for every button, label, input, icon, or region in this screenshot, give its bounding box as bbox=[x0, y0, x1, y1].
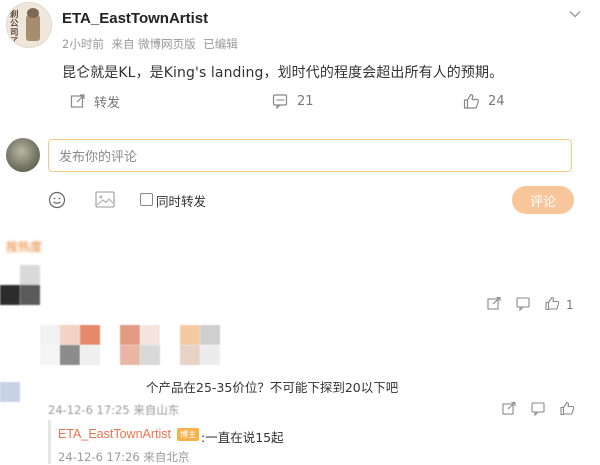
avatar-figure-head bbox=[27, 8, 39, 18]
post-meta: 2小时前 来自 微博网页版 已编辑 bbox=[62, 36, 238, 52]
share-icon[interactable] bbox=[502, 401, 517, 419]
thumbs-up-icon[interactable] bbox=[560, 401, 575, 419]
author-badge: 博主 bbox=[177, 428, 199, 441]
repost-checkbox-label[interactable]: 同时转发 bbox=[156, 191, 206, 210]
like-button[interactable]: 24 bbox=[463, 92, 505, 110]
repost-button[interactable]: 转发 bbox=[70, 92, 121, 111]
post-time[interactable]: 2小时前 bbox=[62, 37, 104, 51]
reply-meta: 24-12-6 17:26 来自北京 bbox=[58, 450, 190, 464]
share-icon[interactable] bbox=[487, 296, 502, 314]
post-text: 昆仑就是KL，是King's landing，划时代的程度会超出所有人的预期。 bbox=[62, 65, 504, 81]
current-user-avatar[interactable] bbox=[6, 138, 40, 172]
comment-count: 21 bbox=[297, 93, 314, 109]
thumbs-up-icon bbox=[463, 93, 480, 109]
author-avatar[interactable]: 刹公司了 bbox=[6, 2, 52, 48]
comment-1-actions: 1 bbox=[487, 296, 574, 314]
comment-input[interactable]: 发布你的评论 bbox=[48, 139, 572, 172]
sort-by-hot[interactable]: 按热度 bbox=[6, 238, 42, 255]
reply-author[interactable]: ETA_EastTownArtist bbox=[58, 427, 171, 441]
reply-text: :一直在说15起 bbox=[201, 430, 284, 445]
comment-1-avatar[interactable] bbox=[0, 265, 40, 305]
comment-icon[interactable] bbox=[516, 296, 531, 314]
comment-icon bbox=[272, 93, 289, 109]
comment-input-placeholder: 发布你的评论 bbox=[59, 150, 138, 165]
repost-checkbox[interactable] bbox=[140, 193, 153, 206]
comment-2-meta: 24-12-6 17:25 来自山东 bbox=[48, 403, 180, 417]
submit-comment-button[interactable]: 评论 bbox=[512, 186, 574, 214]
chevron-down-icon[interactable] bbox=[568, 6, 582, 20]
author-name[interactable]: ETA_EastTownArtist bbox=[62, 10, 208, 27]
repost-label: 转发 bbox=[94, 95, 121, 111]
like-count: 24 bbox=[488, 93, 505, 109]
repost-icon bbox=[70, 93, 86, 109]
comment-1-like-count: 1 bbox=[566, 298, 574, 312]
post-source: 来自 微博网页版 bbox=[111, 37, 196, 51]
comment-2-text: 个产品在25-35价位？不可能下探到20以下吧 bbox=[146, 380, 399, 395]
reply-divider bbox=[48, 420, 51, 464]
avatar-text: 刹公司了 bbox=[10, 10, 19, 47]
mosaic-obscured-content bbox=[40, 322, 240, 367]
comment-icon[interactable] bbox=[531, 401, 546, 419]
post-edited[interactable]: 已编辑 bbox=[203, 37, 238, 51]
image-icon[interactable] bbox=[95, 191, 115, 212]
thumbs-up-icon[interactable] bbox=[545, 296, 560, 314]
comment-2-avatar[interactable] bbox=[0, 382, 20, 402]
comment-2-actions bbox=[502, 401, 575, 419]
comment-button[interactable]: 21 bbox=[272, 92, 314, 110]
emoji-icon[interactable] bbox=[48, 191, 66, 213]
